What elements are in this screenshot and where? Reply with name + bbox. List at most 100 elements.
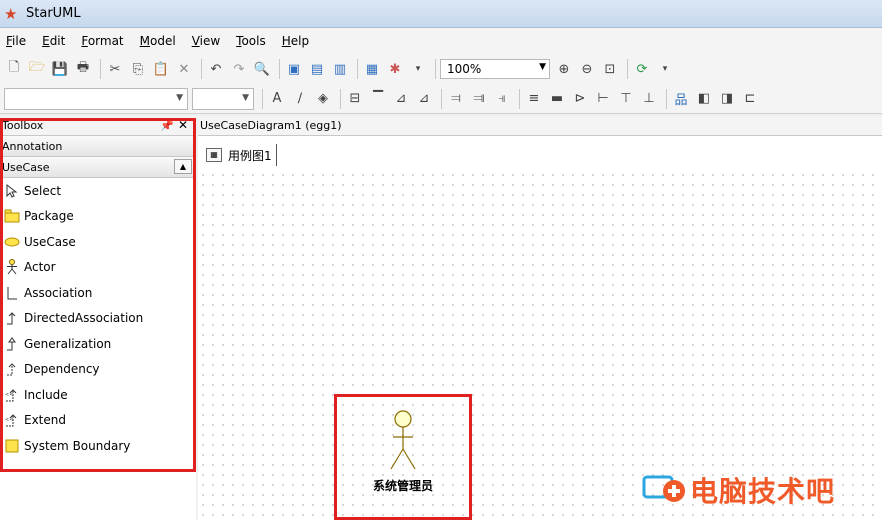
diagram-icon: ▦ <box>206 148 222 162</box>
tool-usecase[interactable]: UseCase <box>0 229 196 255</box>
refresh-icon[interactable]: ⟳ <box>632 59 652 79</box>
tool-system-boundary[interactable]: System Boundary <box>0 433 196 459</box>
toolbox-header: Toolbox 📌 ✕ <box>0 116 196 136</box>
send-back-icon[interactable]: ◨ <box>717 89 737 109</box>
diagram-view-icon[interactable]: ▤ <box>307 59 327 79</box>
tool-label: System Boundary <box>24 438 131 453</box>
tool-label: Extend <box>24 413 66 428</box>
toolbox-section-annotation[interactable]: Annotation <box>0 136 196 157</box>
align-top-icon[interactable]: ≡ <box>524 89 544 109</box>
tool-label: Select <box>24 183 62 198</box>
cut-icon[interactable]: ✂ <box>105 59 125 79</box>
tool-extend[interactable]: << Extend <box>0 408 196 434</box>
align-bottom-icon[interactable]: ⊳ <box>570 89 590 109</box>
directed-association-icon <box>4 310 20 326</box>
toolbar-separator <box>262 88 263 109</box>
extend-icon: << <box>4 412 20 428</box>
save-icon[interactable]: 💾 <box>50 59 70 79</box>
tool-package[interactable]: Package <box>0 204 196 230</box>
diagram-canvas[interactable] <box>198 170 882 520</box>
close-icon[interactable]: ✕ <box>178 118 188 132</box>
toolbar-separator <box>340 88 341 109</box>
bring-front-icon[interactable]: ◧ <box>694 89 714 109</box>
tool-select[interactable]: Select <box>0 178 196 204</box>
new-file-icon[interactable]: 🗋 <box>4 59 24 79</box>
zoom-select[interactable]: 100% ▼ <box>440 59 550 79</box>
section-label: UseCase <box>2 160 50 174</box>
group-icon[interactable]: ⊏ <box>740 89 760 109</box>
actor-name[interactable]: 系统管理员 <box>337 477 469 494</box>
menu-edit[interactable]: Edit <box>42 34 65 48</box>
space-horizontal-icon[interactable]: ⊢ <box>593 89 613 109</box>
align-left-icon[interactable]: ⫤ <box>446 89 466 109</box>
tool-label: UseCase <box>24 234 76 249</box>
watermark: 电脑技术吧 <box>640 470 835 510</box>
toolbar-separator <box>201 59 202 79</box>
menu-bar: File Edit Format Model View Tools Help <box>0 28 882 54</box>
actor-figure[interactable] <box>383 409 423 475</box>
line-color-icon[interactable]: ∕ <box>290 89 310 109</box>
delete-icon[interactable]: ✕ <box>174 59 194 79</box>
tool-include[interactable]: << Include <box>0 382 196 408</box>
tool-label: DirectedAssociation <box>24 311 144 326</box>
copy-icon[interactable]: ⎘ <box>128 59 148 79</box>
suppress-icon[interactable]: ⊿ <box>414 89 434 109</box>
tool-association[interactable]: Association <box>0 280 196 306</box>
toolbox-section-usecase[interactable]: UseCase ▲ <box>0 157 196 178</box>
collapse-icon[interactable]: ▲ <box>174 159 192 174</box>
tool-actor[interactable]: Actor <box>0 255 196 281</box>
tool-label: Package <box>24 209 74 224</box>
watermark-text: 电脑技术吧 <box>690 475 836 508</box>
toolbar-separator <box>357 59 358 79</box>
menu-help[interactable]: Help <box>282 34 309 48</box>
distribute-icon[interactable]: ⊥ <box>639 89 659 109</box>
paste-icon[interactable]: 📋 <box>151 59 171 79</box>
toolbar-separator <box>435 59 436 79</box>
more-dropdown-icon[interactable]: ▾ <box>655 59 675 79</box>
font-name-select[interactable]: ▼ <box>4 87 188 110</box>
print-icon[interactable]: 🖶 <box>73 59 93 79</box>
diagram-tab[interactable]: ▦ 用例图1 <box>206 144 277 166</box>
tool-directed-association[interactable]: DirectedAssociation <box>0 306 196 332</box>
pin-icon[interactable]: 📌 <box>160 119 174 132</box>
diagram-title: UseCaseDiagram1 (egg1) <box>200 119 342 132</box>
tool-generalization[interactable]: Generalization <box>0 331 196 357</box>
toolbox-title: Toolbox <box>2 119 44 132</box>
zoom-in-icon[interactable]: ⊕ <box>554 59 574 79</box>
zoom-out-icon[interactable]: ⊖ <box>577 59 597 79</box>
tool-label: Association <box>24 285 93 300</box>
layout-icon[interactable]: 品 <box>671 89 691 109</box>
menu-tools[interactable]: Tools <box>236 34 266 48</box>
tool-label: Generalization <box>24 336 112 351</box>
image-export-icon[interactable]: ▦ <box>362 59 382 79</box>
space-vertical-icon[interactable]: ⊤ <box>616 89 636 109</box>
section-label: Annotation <box>2 139 63 153</box>
find-icon[interactable]: 🔍 <box>252 59 272 79</box>
menu-file[interactable]: File <box>6 34 26 48</box>
undo-icon[interactable]: ↶ <box>206 59 226 79</box>
more-dropdown-icon[interactable]: ▾ <box>408 59 428 79</box>
font-size-select[interactable]: ▼ <box>192 87 254 110</box>
menu-format[interactable]: Format <box>81 34 123 48</box>
diagram-export-icon[interactable]: ▥ <box>330 59 350 79</box>
chevron-down-icon: ▼ <box>539 62 546 72</box>
auto-resize-icon[interactable]: ⊿ <box>391 89 411 109</box>
align-center-icon[interactable]: ⫥ <box>469 89 489 109</box>
menu-model[interactable]: Model <box>140 34 176 48</box>
zoom-fit-icon[interactable]: ⊡ <box>600 59 620 79</box>
diagram-header: UseCaseDiagram1 (egg1) <box>198 116 882 136</box>
tool-dependency[interactable]: Dependency <box>0 357 196 383</box>
open-folder-icon[interactable]: 🗁 <box>27 59 47 79</box>
diagram-add-icon[interactable]: ▣ <box>284 59 304 79</box>
align-middle-icon[interactable]: ▬ <box>547 89 567 109</box>
fill-color-icon[interactable]: ◈ <box>313 89 333 109</box>
align-right-icon[interactable]: ⫣ <box>492 89 512 109</box>
plugin-icon[interactable]: ✱ <box>385 59 405 79</box>
line-style-dropdown-icon[interactable]: ▔ <box>368 89 388 109</box>
tool-label: Actor <box>24 260 56 275</box>
redo-icon[interactable]: ↷ <box>229 59 249 79</box>
line-style-icon[interactable]: ⊟ <box>345 89 365 109</box>
cursor-icon <box>4 183 20 199</box>
font-color-icon[interactable]: A <box>267 89 287 109</box>
menu-view[interactable]: View <box>192 34 220 48</box>
